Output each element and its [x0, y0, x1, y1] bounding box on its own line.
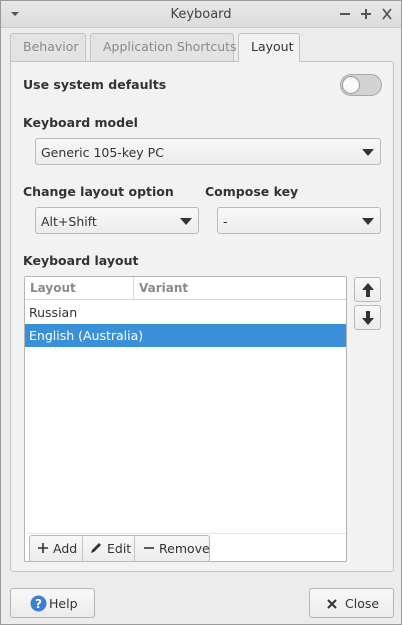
layout-cell: Russian	[29, 305, 78, 320]
keyboard-model-select[interactable]: Generic 105-key PC	[35, 138, 381, 165]
plus-icon	[38, 543, 48, 553]
change-layout-value: Alt+Shift	[41, 214, 97, 229]
toggle-knob	[342, 76, 360, 94]
move-up-button[interactable]	[354, 277, 381, 302]
system-defaults-toggle[interactable]	[340, 74, 382, 96]
close-button[interactable]: Close	[309, 588, 394, 618]
layout-list[interactable]: Layout Variant Russian English (Australi…	[24, 276, 347, 562]
column-separator[interactable]	[133, 277, 134, 300]
help-icon: ?	[30, 595, 47, 612]
tab-layout[interactable]: Layout	[238, 33, 300, 62]
add-button[interactable]: Add	[30, 536, 82, 561]
keyboard-layout-label: Keyboard layout	[23, 253, 139, 268]
list-button-group: Add Edit Remove	[29, 535, 210, 562]
arrow-down-icon	[362, 311, 374, 325]
list-toolbar: Add Edit Remove	[27, 533, 346, 562]
maximize-icon[interactable]	[358, 6, 374, 22]
system-defaults-label: Use system defaults	[23, 77, 167, 92]
close-icon[interactable]	[379, 6, 395, 22]
arrow-up-icon	[362, 283, 374, 297]
svg-text:?: ?	[35, 597, 42, 611]
change-layout-label: Change layout option	[23, 184, 174, 199]
column-header-layout[interactable]: Layout	[30, 281, 76, 295]
tab-behavior[interactable]: Behavior	[10, 33, 86, 61]
move-down-button[interactable]	[354, 305, 381, 330]
minus-icon	[144, 547, 154, 549]
pencil-icon	[91, 543, 101, 553]
keyboard-window: Keyboard Behavior Application Shortcuts …	[0, 0, 402, 625]
help-button[interactable]: ? Help	[10, 588, 95, 618]
compose-key-value: -	[223, 214, 228, 229]
layout-cell: English (Australia)	[29, 328, 144, 343]
keyboard-model-label: Keyboard model	[23, 115, 138, 130]
list-header: Layout Variant	[25, 277, 346, 300]
close-button-label: Close	[345, 596, 380, 611]
edit-button-label: Edit	[107, 541, 132, 556]
add-button-label: Add	[53, 541, 78, 556]
compose-key-select[interactable]: -	[217, 207, 381, 234]
chevron-down-icon	[180, 218, 192, 225]
column-header-variant[interactable]: Variant	[139, 281, 188, 295]
titlebar: Keyboard	[1, 1, 401, 28]
list-item[interactable]: Russian	[25, 301, 346, 324]
compose-key-label: Compose key	[205, 184, 299, 199]
chevron-down-icon	[362, 149, 374, 156]
chevron-down-icon	[362, 218, 374, 225]
help-button-label: Help	[49, 596, 78, 611]
remove-button-label: Remove	[159, 541, 210, 556]
change-layout-select[interactable]: Alt+Shift	[35, 207, 199, 234]
close-icon	[327, 599, 337, 609]
remove-button[interactable]: Remove	[135, 536, 210, 561]
list-item-selected[interactable]: English (Australia)	[25, 324, 346, 347]
edit-button[interactable]: Edit	[83, 536, 134, 561]
minimize-icon[interactable]	[337, 6, 353, 22]
layout-panel: Use system defaults Keyboard model Gener…	[10, 61, 394, 572]
tab-application-shortcuts[interactable]: Application Shortcuts	[90, 33, 237, 61]
keyboard-model-value: Generic 105-key PC	[41, 145, 164, 160]
